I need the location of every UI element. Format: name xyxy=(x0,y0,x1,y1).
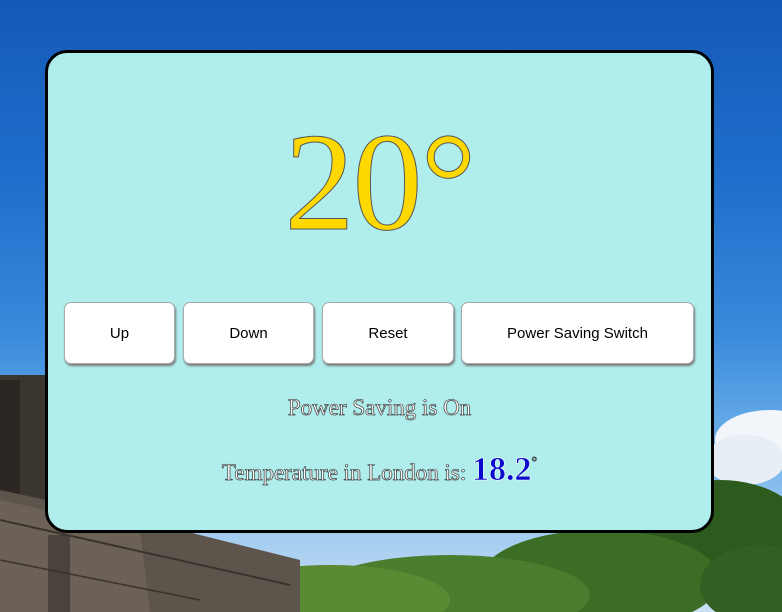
city-temperature-unit: ° xyxy=(531,455,538,471)
city-temperature-label: Temperature in London is: xyxy=(221,460,472,486)
city-temperature-line: Temperature in London is: 18.2° xyxy=(48,451,711,489)
reset-button[interactable]: Reset xyxy=(322,302,454,364)
power-saving-status: Power Saving is On xyxy=(287,395,472,421)
up-button[interactable]: Up xyxy=(64,302,175,364)
thermostat-card: 20° Up Down Reset Power Saving Switch Po… xyxy=(45,50,714,533)
current-temperature-display: 20° xyxy=(284,105,477,260)
power-saving-switch-button[interactable]: Power Saving Switch xyxy=(461,302,694,364)
city-temperature-value: 18.2 xyxy=(471,451,532,489)
down-button[interactable]: Down xyxy=(183,302,314,364)
